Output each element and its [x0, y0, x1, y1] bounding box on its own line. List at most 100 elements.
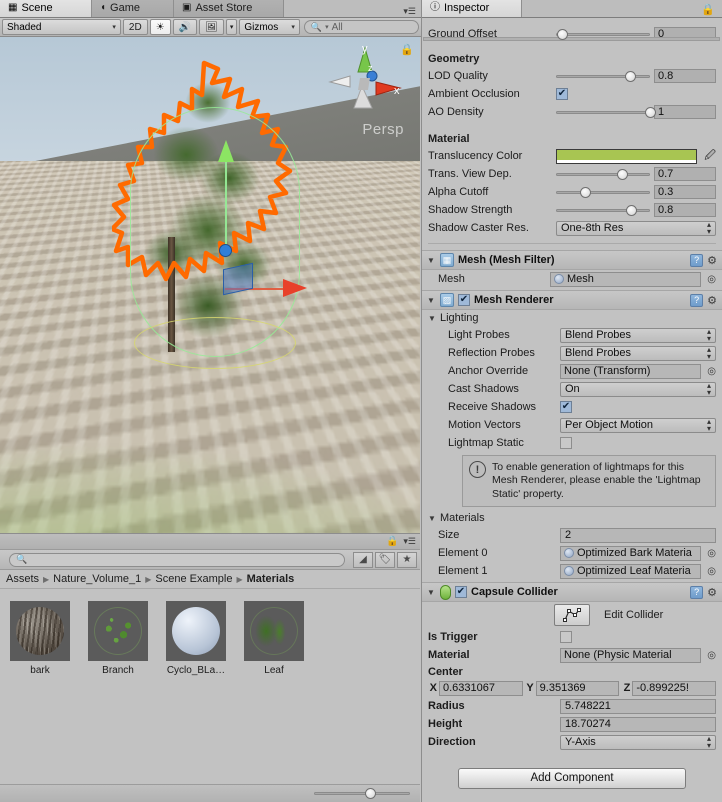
favorites-filter-icon[interactable]: ★: [397, 552, 417, 568]
scene-effects-button[interactable]: 🖼: [199, 19, 224, 35]
material-element-1-field[interactable]: Optimized Leaf Materia: [560, 564, 701, 579]
component-header-capsule-collider[interactable]: ▼ ✔ Capsule Collider ? ⚙: [422, 582, 722, 602]
tab-game[interactable]: ◖ Game: [92, 0, 174, 17]
receive-shadows-checkbox[interactable]: ✔: [560, 401, 572, 413]
motion-vectors-dropdown[interactable]: Per Object Motion ▴▾: [560, 418, 716, 433]
alpha-cutoff-value[interactable]: 0.3: [654, 185, 716, 199]
panel-menu-icon[interactable]: ▾☰: [403, 536, 416, 547]
thumbnail-zoom-slider[interactable]: [314, 787, 410, 801]
scene-lighting-toggle[interactable]: ☀: [150, 19, 171, 35]
lightmap-static-checkbox[interactable]: [560, 437, 572, 449]
object-picker-icon[interactable]: ◎: [707, 548, 716, 559]
object-picker-icon[interactable]: ◎: [707, 566, 716, 577]
type-filter-icon[interactable]: ◢: [353, 552, 373, 568]
center-x-field[interactable]: 0.6331067: [439, 681, 523, 696]
ambient-occlusion-checkbox[interactable]: ✔: [556, 88, 568, 100]
gizmos-dropdown[interactable]: Gizmos ▾: [239, 19, 300, 35]
scene-search-input[interactable]: 🔍 ▾ All: [304, 20, 419, 34]
foldout-icon[interactable]: ▼: [427, 256, 436, 265]
breadcrumb-materials[interactable]: Materials: [247, 573, 295, 585]
shadow-strength-slider[interactable]: [556, 203, 650, 217]
asset-item-cyclo[interactable]: Cyclo_BLa…: [166, 601, 226, 676]
gizmo-arrow-y[interactable]: [218, 140, 234, 162]
gizmo-arrow-x[interactable]: [283, 279, 307, 297]
translucency-color-swatch[interactable]: [556, 149, 697, 164]
foldout-icon[interactable]: ▼: [427, 588, 436, 597]
scene-effects-dropdown[interactable]: ▾: [226, 19, 238, 35]
help-icon[interactable]: ?: [690, 586, 703, 599]
material-element-0-field[interactable]: Optimized Bark Materia: [560, 546, 701, 561]
trans-view-dep-slider[interactable]: [556, 167, 650, 181]
trans-view-dep-value[interactable]: 0.7: [654, 167, 716, 181]
radius-field[interactable]: 5.748221: [560, 699, 716, 714]
draw-mode-dropdown[interactable]: Shaded ▾: [2, 19, 121, 35]
project-search-input[interactable]: 🔍: [9, 553, 345, 567]
foldout-icon[interactable]: ▼: [428, 314, 437, 323]
component-header-mesh-renderer[interactable]: ▼ ▨ ✔ Mesh Renderer ? ⚙: [422, 290, 722, 310]
gear-icon[interactable]: ⚙: [707, 254, 717, 267]
panel-menu-icon[interactable]: ▾☰: [403, 6, 416, 17]
label-filter-icon[interactable]: 🏷: [375, 552, 395, 568]
toggle-2d-button[interactable]: 2D: [123, 19, 148, 35]
alpha-cutoff-slider[interactable]: [556, 185, 650, 199]
scene-axis-gizmo[interactable]: y z x: [324, 42, 406, 124]
anchor-override-field[interactable]: None (Transform): [560, 364, 701, 379]
lod-quality-slider[interactable]: [556, 69, 650, 83]
materials-foldout[interactable]: ▼ Materials: [422, 510, 722, 526]
center-y-field[interactable]: 9.351369: [536, 681, 620, 696]
asset-item-leaf[interactable]: Leaf: [244, 601, 304, 676]
collider-material-field[interactable]: None (Physic Material: [560, 648, 701, 663]
mesh-renderer-enabled-checkbox[interactable]: ✔: [458, 294, 470, 306]
reflection-probes-dropdown[interactable]: Blend Probes ▴▾: [560, 346, 716, 361]
object-picker-icon[interactable]: ◎: [707, 274, 716, 285]
gizmo-center-handle[interactable]: [219, 244, 232, 257]
tab-asset-store[interactable]: ▣ Asset Store: [174, 0, 284, 17]
tab-scene[interactable]: ▦ Scene: [0, 0, 92, 17]
shadow-strength-value[interactable]: 0.8: [654, 203, 716, 217]
gear-icon[interactable]: ⚙: [707, 586, 717, 599]
lock-icon[interactable]: 🔒: [701, 3, 715, 16]
light-probes-dropdown[interactable]: Blend Probes ▴▾: [560, 328, 716, 343]
gear-icon[interactable]: ⚙: [707, 294, 717, 307]
object-picker-icon[interactable]: ◎: [707, 650, 716, 661]
scene-audio-toggle[interactable]: 🔊: [173, 19, 197, 35]
foldout-icon[interactable]: ▼: [428, 514, 437, 523]
inspector-tabbar: ⓘ Inspector 🔒: [422, 0, 722, 18]
object-picker-icon[interactable]: ◎: [707, 366, 716, 377]
lod-quality-value[interactable]: 0.8: [654, 69, 716, 83]
materials-size-field[interactable]: 2: [560, 528, 716, 543]
lock-icon[interactable]: 🔒: [386, 536, 398, 547]
breadcrumb-scene-example[interactable]: Scene Example: [155, 573, 232, 585]
height-field[interactable]: 18.70274: [560, 717, 716, 732]
project-panel-header: 🔒 ▾☰: [0, 534, 420, 550]
foldout-icon[interactable]: ▼: [427, 296, 436, 305]
tab-inspector[interactable]: ⓘ Inspector: [422, 0, 522, 17]
lighting-foldout[interactable]: ▼ Lighting: [422, 310, 722, 326]
breadcrumb-nature-volume[interactable]: Nature_Volume_1: [53, 573, 141, 585]
asset-item-bark[interactable]: bark: [10, 601, 70, 676]
materials-size-label: Size: [428, 529, 556, 541]
mesh-object-field[interactable]: Mesh: [550, 272, 701, 287]
asset-item-branch[interactable]: Branch: [88, 601, 148, 676]
shadow-caster-res-dropdown[interactable]: One-8th Res ▴▾: [556, 221, 716, 236]
direction-dropdown[interactable]: Y-Axis ▴▾: [560, 735, 716, 750]
is-trigger-checkbox[interactable]: [560, 631, 572, 643]
ao-density-value[interactable]: 1: [654, 105, 716, 119]
capsule-collider-enabled-checkbox[interactable]: ✔: [455, 586, 467, 598]
component-header-mesh-filter[interactable]: ▼ ▦ Mesh (Mesh Filter) ? ⚙: [422, 250, 722, 270]
cast-shadows-dropdown[interactable]: On ▴▾: [560, 382, 716, 397]
edit-collider-button[interactable]: [554, 604, 590, 626]
center-z-field[interactable]: -0.899225!: [632, 681, 716, 696]
add-component-button[interactable]: Add Component: [458, 768, 686, 789]
gizmo-axis-y[interactable]: [225, 157, 227, 252]
scene-view[interactable]: Persp 🔒 y z x: [0, 37, 420, 533]
zoom-slider-knob[interactable]: [365, 788, 376, 799]
ao-density-slider[interactable]: [556, 105, 650, 119]
breadcrumb: Assets ▶ Nature_Volume_1 ▶ Scene Example…: [0, 570, 420, 589]
shadow-caster-res-row: Shadow Caster Res. One-8th Res ▴▾: [422, 219, 722, 237]
help-icon[interactable]: ?: [690, 254, 703, 267]
eyedropper-icon[interactable]: 🖉: [704, 147, 716, 166]
breadcrumb-assets[interactable]: Assets: [6, 573, 39, 585]
ground-offset-slider[interactable]: [556, 27, 650, 41]
help-icon[interactable]: ?: [690, 294, 703, 307]
